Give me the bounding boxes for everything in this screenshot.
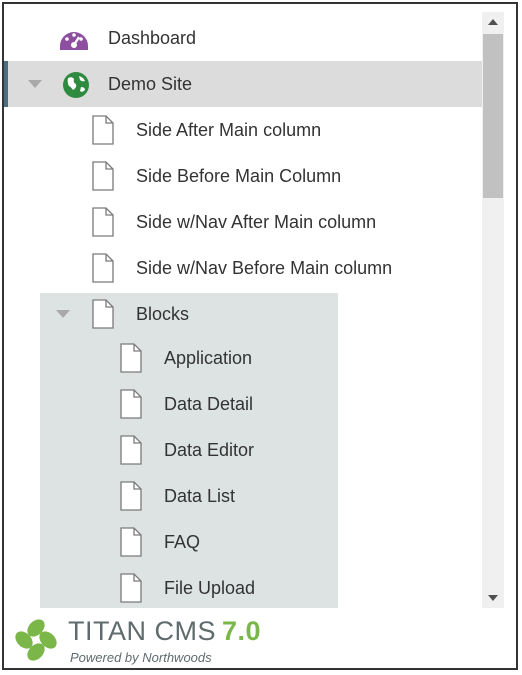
tree-item-label: Data Detail	[164, 394, 254, 414]
tree-item-block-child[interactable]: Application	[4, 335, 482, 381]
tree-item-demo-site[interactable]: Demo Site	[4, 61, 482, 107]
tree-item-page[interactable]: Side Before Main Column	[4, 153, 482, 199]
brand-name: TITAN CMS 7.0	[68, 616, 261, 647]
tree-item-label: Side Before Main Column	[136, 166, 342, 186]
tree-item-block-child[interactable]: Data Detail	[4, 381, 482, 427]
caret-down-icon[interactable]	[28, 80, 42, 88]
tree-item-label: Dashboard	[108, 28, 197, 48]
scroll-down-arrow-icon[interactable]	[482, 588, 504, 608]
tree-item-page[interactable]: Side After Main column	[4, 107, 482, 153]
page-icon	[120, 573, 142, 608]
tree-item-label: Data List	[164, 486, 236, 506]
caret-down-icon[interactable]	[56, 310, 70, 318]
tree-item-block-child[interactable]: File Upload	[4, 565, 482, 608]
tree-item-label: Demo Site	[108, 74, 193, 94]
tree-item-dashboard[interactable]: Dashboard	[4, 15, 482, 61]
tree-item-page[interactable]: Side w/Nav After Main column	[4, 199, 482, 245]
tree-item-blocks[interactable]: Blocks	[4, 291, 482, 337]
tree-item-block-child[interactable]: Data Editor	[4, 427, 482, 473]
tree-item-label: File Upload	[164, 578, 256, 598]
scroll-up-arrow-icon[interactable]	[482, 12, 504, 32]
tree-item-page[interactable]: Side w/Nav Before Main column	[4, 245, 482, 291]
tree-item-block-child[interactable]: Data List	[4, 473, 482, 519]
vertical-scrollbar[interactable]	[482, 12, 504, 608]
tree-item-label: Side w/Nav Before Main column	[136, 258, 393, 278]
tree-item-label: Side w/Nav After Main column	[136, 212, 377, 232]
tree-item-label: Side After Main column	[136, 120, 322, 140]
site-tree: Dashboard Demo Site Side After Main colu…	[4, 12, 482, 608]
footer-branding: TITAN CMS 7.0 Powered by Northwoods	[4, 608, 516, 668]
site-tree-panel: Dashboard Demo Site Side After Main colu…	[2, 2, 518, 670]
scrollbar-thumb[interactable]	[483, 34, 503, 198]
tree-item-label: Data Editor	[164, 440, 255, 460]
titan-logo-icon	[12, 616, 60, 668]
brand-version: 7.0	[222, 616, 262, 646]
tree-item-label: Application	[164, 348, 253, 368]
powered-by-tagline: Powered by Northwoods	[70, 650, 212, 665]
tree-item-label: Blocks	[136, 304, 190, 324]
tree-item-block-child[interactable]: FAQ	[4, 519, 482, 565]
brand-title: TITAN CMS	[68, 616, 216, 646]
tree-item-label: FAQ	[164, 532, 201, 552]
